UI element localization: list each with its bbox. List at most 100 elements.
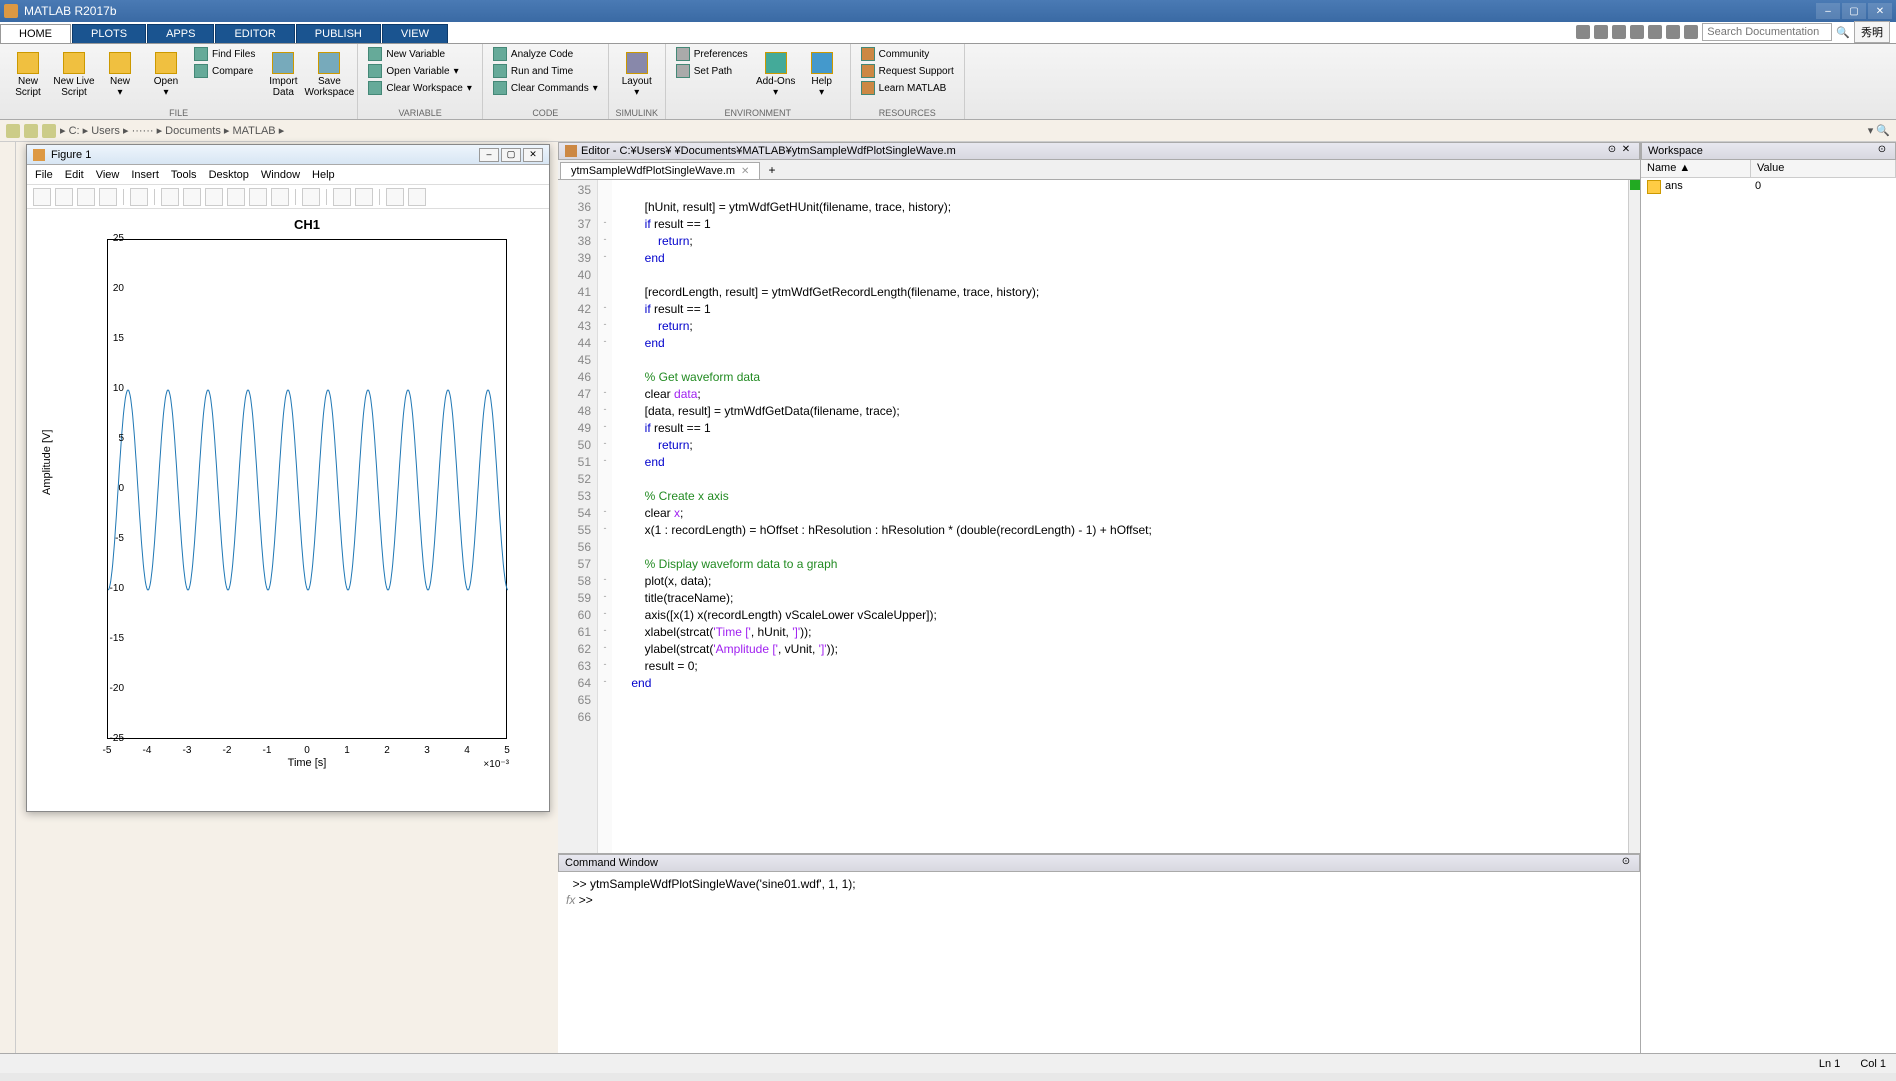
zoom-in-icon[interactable] (161, 188, 179, 206)
maximize-button[interactable]: ▢ (1842, 3, 1866, 19)
code-ok-indicator (1630, 180, 1640, 190)
run-and-time-button[interactable]: Run and Time (489, 63, 602, 79)
figure-menu-help[interactable]: Help (312, 169, 335, 181)
code-minimap[interactable] (1628, 180, 1640, 853)
new-live-script-button[interactable]: New Live Script (52, 46, 96, 104)
figure-menu-window[interactable]: Window (261, 169, 300, 181)
tab-plots[interactable]: PLOTS (72, 24, 146, 43)
y-tick: 10 (94, 383, 124, 394)
paste-icon[interactable] (1630, 25, 1644, 39)
hide-tools-icon[interactable] (386, 188, 404, 206)
workspace-dropdown-button[interactable]: ⊙ (1875, 144, 1889, 158)
tab-view[interactable]: VIEW (382, 24, 448, 43)
command-window[interactable]: >> ytmSampleWdfPlotSingleWave('sine01.wd… (558, 872, 1640, 1053)
undo-icon[interactable] (1648, 25, 1662, 39)
copy-icon[interactable] (1612, 25, 1626, 39)
editor-close-button[interactable]: ✕ (1619, 144, 1633, 158)
import-data-button[interactable]: Import Data (261, 46, 305, 104)
find-files-button[interactable]: Find Files (190, 46, 259, 62)
figure-menu-insert[interactable]: Insert (131, 169, 159, 181)
analyze-code-button[interactable]: Analyze Code (489, 46, 602, 62)
compare-button[interactable]: Compare (190, 63, 259, 79)
open-button[interactable]: Open▾ (144, 46, 188, 104)
zoom-out-icon[interactable] (183, 188, 201, 206)
save-icon[interactable] (1576, 25, 1590, 39)
x-tick: 1 (337, 745, 357, 756)
editor-dropdown-button[interactable]: ⊙ (1605, 144, 1619, 158)
figure-close-button[interactable]: ✕ (523, 148, 543, 162)
code-editor[interactable]: 3536373839404142434445464748495051525354… (558, 180, 1640, 853)
request-support-button[interactable]: Request Support (857, 63, 958, 79)
learn-matlab-button[interactable]: Learn MATLAB (857, 80, 958, 96)
colorbar-icon[interactable] (333, 188, 351, 206)
print-icon[interactable] (99, 188, 117, 206)
x-tick: 5 (497, 745, 517, 756)
figure-menu-view[interactable]: View (96, 169, 120, 181)
layout-button[interactable]: Layout▾ (615, 46, 659, 104)
command-dropdown-button[interactable]: ⊙ (1619, 856, 1633, 870)
back-icon[interactable] (6, 124, 20, 138)
y-tick: -20 (94, 683, 124, 694)
workspace-col-value[interactable]: Value (1751, 160, 1896, 177)
tab-apps[interactable]: APPS (147, 24, 214, 43)
tab-home[interactable]: HOME (0, 24, 71, 43)
search-documentation-input[interactable] (1702, 23, 1832, 41)
figure-toolbar (27, 185, 549, 209)
figure-title: Figure 1 (51, 149, 477, 161)
folder-icon[interactable] (42, 124, 56, 138)
workspace-body[interactable]: ans0 (1641, 178, 1896, 1053)
new-variable-button[interactable]: New Variable (364, 46, 476, 62)
pointer-icon[interactable] (130, 188, 148, 206)
new-button[interactable]: New▾ (98, 46, 142, 104)
workspace-header[interactable]: Name ▲ Value (1641, 160, 1896, 178)
figure-menu-desktop[interactable]: Desktop (209, 169, 249, 181)
help-button[interactable]: Help▾ (800, 46, 844, 104)
new-script-button[interactable]: New Script (6, 46, 50, 104)
clear-workspace-button[interactable]: Clear Workspace ▾ (364, 80, 476, 96)
close-button[interactable]: ✕ (1868, 3, 1892, 19)
x-tick: -2 (217, 745, 237, 756)
save-figure-icon[interactable] (77, 188, 95, 206)
community-button[interactable]: Community (857, 46, 958, 62)
legend-icon[interactable] (355, 188, 373, 206)
tab-publish[interactable]: PUBLISH (296, 24, 381, 43)
tab-close-icon[interactable]: ✕ (741, 166, 749, 177)
link-icon[interactable] (302, 188, 320, 206)
add-tab-button[interactable]: + (760, 161, 783, 179)
brush-icon[interactable] (271, 188, 289, 206)
datatip-icon[interactable] (249, 188, 267, 206)
show-tools-icon[interactable] (408, 188, 426, 206)
rotate-icon[interactable] (227, 188, 245, 206)
figure-titlebar[interactable]: Figure 1 – ▢ ✕ (27, 145, 549, 165)
figure-menu-edit[interactable]: Edit (65, 169, 84, 181)
toolstrip-tabs: HOMEPLOTSAPPSEDITORPUBLISHVIEW 🔍 秀明 (0, 22, 1896, 44)
open-variable-button[interactable]: Open Variable ▾ (364, 63, 476, 79)
sine-line (108, 240, 508, 740)
current-folder-collapsed[interactable] (0, 142, 16, 1053)
minimize-button[interactable]: – (1816, 3, 1840, 19)
preferences-button[interactable]: Preferences (672, 46, 752, 62)
tab-editor[interactable]: EDITOR (215, 24, 294, 43)
redo-icon[interactable] (1666, 25, 1680, 39)
figure-menu-file[interactable]: File (35, 169, 53, 181)
figure-menu-tools[interactable]: Tools (171, 169, 197, 181)
new-figure-icon[interactable] (33, 188, 51, 206)
figure-minimize-button[interactable]: – (479, 148, 499, 162)
addons-button[interactable]: Add-Ons▾ (754, 46, 798, 104)
user-badge[interactable]: 秀明 (1854, 21, 1890, 43)
figure-maximize-button[interactable]: ▢ (501, 148, 521, 162)
status-col: Col 1 (1860, 1058, 1886, 1070)
cut-icon[interactable] (1594, 25, 1608, 39)
set-path-button[interactable]: Set Path (672, 63, 752, 79)
axes[interactable]: CH1 Amplitude [V] Time [s] ×10⁻³ -25-20-… (27, 209, 549, 809)
forward-icon[interactable] (24, 124, 38, 138)
editor-tab-active[interactable]: ytmSampleWdfPlotSingleWave.m✕ (560, 162, 760, 179)
open-figure-icon[interactable] (55, 188, 73, 206)
save-workspace-button[interactable]: Save Workspace (307, 46, 351, 104)
workspace-row[interactable]: ans0 (1641, 178, 1896, 196)
pan-icon[interactable] (205, 188, 223, 206)
workspace-col-name[interactable]: Name ▲ (1641, 160, 1751, 177)
clear-commands-button[interactable]: Clear Commands ▾ (489, 80, 602, 96)
current-folder-bar[interactable]: ▸ C: ▸ Users ▸ ······ ▸ Documents ▸ MATL… (0, 120, 1896, 142)
help-icon[interactable] (1684, 25, 1698, 39)
